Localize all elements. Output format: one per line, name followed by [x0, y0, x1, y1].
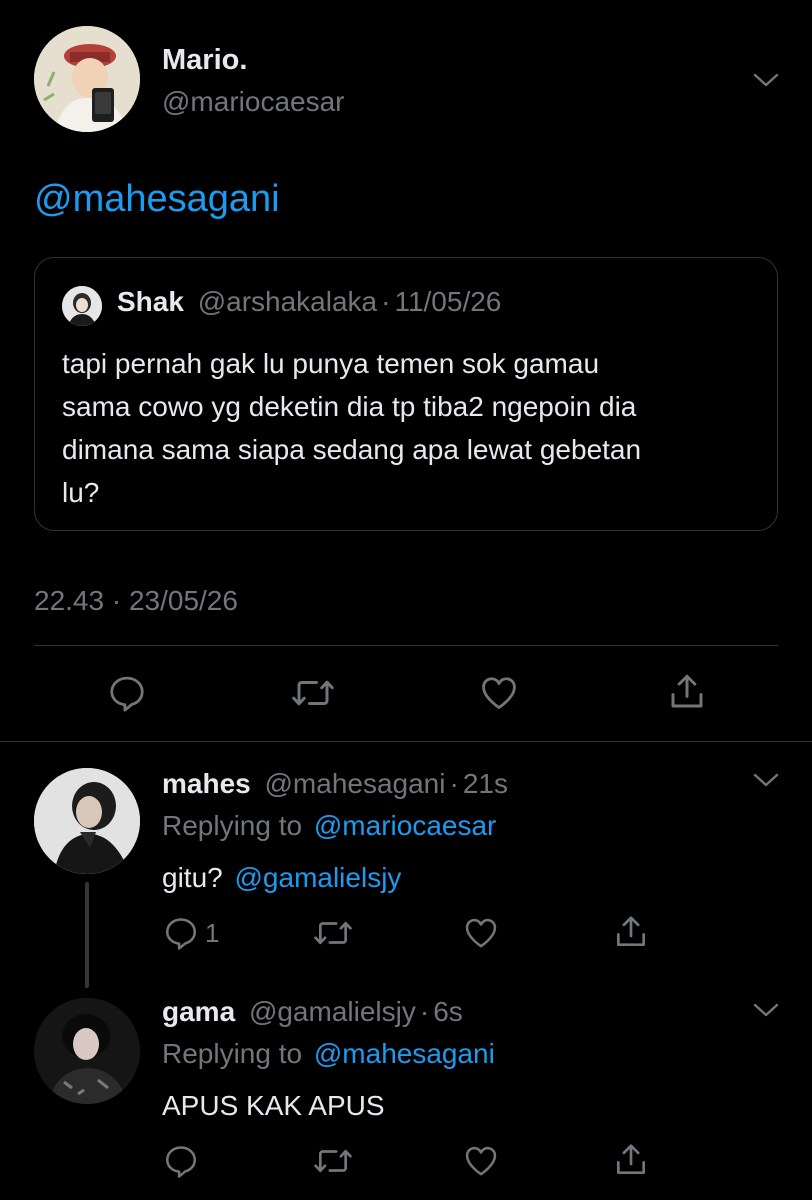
replying-to-label: Replying to: [162, 810, 303, 841]
quoted-text-line: sama cowo yg deketin dia tp tiba2 ngepoi…: [62, 391, 637, 422]
author-display-name[interactable]: Mario.: [162, 44, 247, 77]
quoted-display-name: Shak: [117, 286, 184, 317]
quoted-date: 11/05/26: [394, 286, 502, 317]
chevron-down-icon[interactable]: [752, 1000, 780, 1020]
retweet-icon[interactable]: [290, 672, 336, 714]
quoted-tweet-card[interactable]: Shak @arshakalaka · 11/05/26 tapi pernah g…: [34, 257, 778, 531]
reply-handle[interactable]: @gamalielsjy: [249, 996, 416, 1027]
replying-to-link[interactable]: @mariocaesar: [314, 810, 496, 841]
share-icon[interactable]: [612, 912, 650, 952]
avatar-gama-art: [34, 998, 140, 1104]
avatar-shak: [62, 286, 102, 326]
reply-icon[interactable]: [106, 672, 148, 714]
quoted-text-line: lu?: [62, 477, 100, 508]
reply-icon[interactable]: [162, 914, 200, 952]
reply-icon[interactable]: [162, 1142, 200, 1180]
reply-time[interactable]: 6s: [433, 996, 463, 1027]
reply-text-mention[interactable]: @gamalielsjy: [235, 862, 402, 893]
thread-line: [85, 882, 89, 988]
tweet-timestamp[interactable]: 22.43 · 23/05/26: [34, 585, 238, 617]
reply-text: APUS KAK APUS: [162, 1090, 385, 1121]
avatar-mahes[interactable]: [34, 768, 140, 874]
heart-icon[interactable]: [462, 914, 500, 952]
avatar-gama[interactable]: [34, 998, 140, 1104]
replying-to-label: Replying to: [162, 1038, 303, 1069]
reply-count: 1: [205, 918, 220, 948]
heart-icon[interactable]: [478, 672, 520, 714]
quoted-dot: ·: [381, 286, 391, 317]
quoted-text: tapi pernah gak lu punya temen sok gamau…: [62, 342, 641, 514]
reply-display-name[interactable]: gama: [162, 996, 235, 1027]
retweet-icon[interactable]: [312, 1142, 354, 1180]
share-icon[interactable]: [612, 1140, 650, 1180]
reply-text: gitu?: [162, 862, 223, 893]
heart-icon[interactable]: [462, 1142, 500, 1180]
avatar-mario-art: [34, 26, 140, 132]
reply-handle[interactable]: @mahesagani: [265, 768, 446, 799]
replying-to-link[interactable]: @mahesagani: [314, 1038, 495, 1069]
retweet-icon[interactable]: [312, 914, 354, 952]
quoted-text-line: dimana sama siapa sedang apa lewat gebet…: [62, 434, 642, 465]
reply-time[interactable]: 21s: [463, 768, 508, 799]
author-handle[interactable]: @mariocaesar: [162, 86, 344, 118]
share-icon[interactable]: [666, 670, 708, 714]
reply-dot: ·: [449, 768, 459, 799]
quoted-handle: @arshakalaka: [197, 286, 378, 317]
separator: [34, 645, 778, 646]
tweet-mention[interactable]: @mahesagani: [34, 178, 280, 221]
reply-display-name[interactable]: mahes: [162, 768, 251, 799]
separator: [0, 741, 812, 742]
avatar-mahes-art: [34, 768, 140, 874]
reply-dot: ·: [419, 996, 430, 1027]
quoted-text-line: tapi pernah gak lu punya temen sok gamau: [62, 348, 600, 379]
avatar-mario[interactable]: [34, 26, 140, 132]
chevron-down-icon[interactable]: [752, 70, 780, 90]
chevron-down-icon[interactable]: [752, 770, 780, 790]
